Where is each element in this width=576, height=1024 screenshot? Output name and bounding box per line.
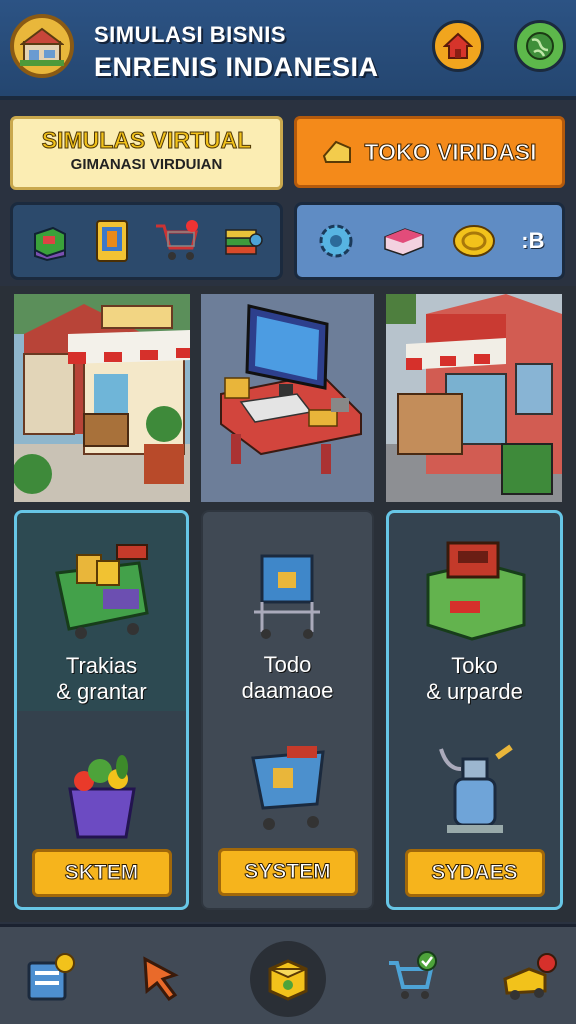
card-toko-title-line1: Toko xyxy=(451,653,498,678)
shop-logo-icon[interactable] xyxy=(10,14,74,78)
cheese-icon xyxy=(323,140,352,163)
bottom-nav xyxy=(0,924,576,1024)
cursor-icon xyxy=(143,956,179,1002)
card-trakias-title-line2: & grantar xyxy=(56,679,147,704)
nav-box-button[interactable] xyxy=(250,941,326,1017)
card-toko[interactable]: Toko & urparde SYDAES xyxy=(386,510,563,910)
report-icon xyxy=(27,953,75,1001)
card-trakias-title-line1: Trakias xyxy=(65,653,138,678)
card-icon[interactable] xyxy=(91,217,133,265)
nav-cursor-button[interactable] xyxy=(126,939,196,1015)
toko-viridasi-label: TOKO VIRIDASI xyxy=(364,138,537,165)
card-todo-title: Todo daamaoe xyxy=(203,652,372,704)
truck-icon xyxy=(503,953,557,1000)
nav-truck-button[interactable] xyxy=(494,939,564,1015)
inventory-icon-bar xyxy=(10,202,283,280)
resource-count: :B xyxy=(521,228,545,253)
stack-icon[interactable] xyxy=(220,220,264,262)
computer-desk-scene-image[interactable] xyxy=(201,294,374,502)
box-icon[interactable] xyxy=(381,223,427,259)
card-trakias-system-button[interactable]: SKTEM xyxy=(31,849,172,897)
grocery-cart-icon xyxy=(54,544,149,639)
card-todo[interactable]: Todo daamaoe SYSTEM xyxy=(201,510,374,910)
vegetable-basket-icon xyxy=(67,755,136,839)
simulasi-virtual-label: SIMULAS VIRTUAL xyxy=(41,127,252,154)
home-icon xyxy=(443,32,473,59)
home-button[interactable] xyxy=(432,20,484,72)
card-toko-system-button[interactable]: SYDAES xyxy=(404,849,545,897)
simulasi-virtual-sublabel: GIMANASI VIRDUIAN xyxy=(70,156,223,173)
globe-icon xyxy=(526,32,554,60)
card-todo-system-button[interactable]: SYSTEM xyxy=(217,848,358,896)
card-trakias[interactable]: Trakias & grantar SKTEM xyxy=(14,510,189,910)
card-toko-title-line2: & urparde xyxy=(426,679,523,704)
app-title-line1: SIMULASI BISNIS xyxy=(94,22,287,47)
header: SIMULASI BISNIS ENRENIS INDANESIA xyxy=(0,0,576,100)
cart-tablet-icon xyxy=(253,554,320,639)
crate-icon[interactable] xyxy=(29,220,71,262)
shopping-cart-icon xyxy=(250,746,325,830)
app-title-line2: ENRENIS INDANESIA xyxy=(94,52,379,82)
toko-viridasi-button[interactable]: TOKO VIRIDASI xyxy=(294,116,565,188)
nav-cart-check-button[interactable] xyxy=(376,939,446,1015)
shop-scene-image[interactable] xyxy=(14,294,190,502)
register-box-icon xyxy=(426,541,525,641)
water-tank-icon xyxy=(438,744,513,833)
cart-icon[interactable] xyxy=(152,218,200,264)
simulasi-virtual-button[interactable]: SIMULAS VIRTUAL GIMANASI VIRDUIAN xyxy=(10,116,283,190)
storefront-scene-image[interactable] xyxy=(386,294,562,502)
card-todo-title-line1: Todo xyxy=(263,652,312,677)
box-icon xyxy=(268,959,308,1001)
resource-icon-bar: :B xyxy=(294,202,565,280)
coin-icon[interactable] xyxy=(450,221,498,261)
cart-check-icon xyxy=(389,951,437,999)
gear-icon[interactable] xyxy=(314,219,358,263)
card-trakias-title: Trakias & grantar xyxy=(17,653,186,705)
card-todo-title-line2: daamaoe xyxy=(241,678,334,703)
card-toko-title: Toko & urparde xyxy=(389,653,560,705)
globe-button[interactable] xyxy=(514,20,566,72)
nav-report-button[interactable] xyxy=(14,939,84,1015)
